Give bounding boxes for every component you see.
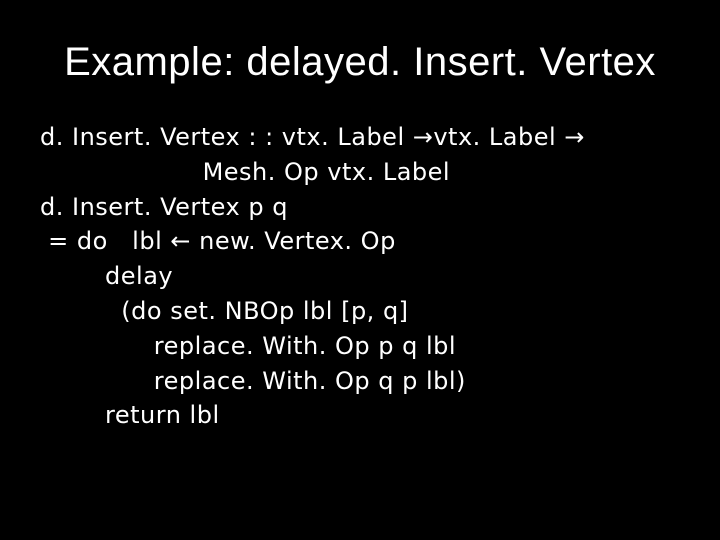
code-block: d. Insert. Vertex : : vtx. Label →vtx. L… [40,120,680,433]
slide-title: Example: delayed. Insert. Vertex [40,40,680,85]
slide: Example: delayed. Insert. Vertex d. Inse… [0,0,720,540]
